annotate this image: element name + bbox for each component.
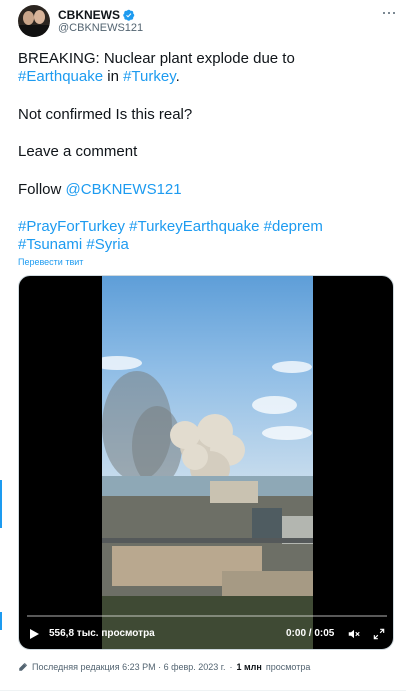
tweet-meta: Последняя редакция 6:23 PM · 6 февр. 202…	[18, 662, 310, 672]
video-player[interactable]: 556,8 тыс. просмотра 0:00 / 0:05	[18, 275, 394, 650]
video-time: 0:00 / 0:05	[286, 628, 335, 639]
volume-muted-icon[interactable]	[347, 627, 361, 641]
video-controls: 556,8 тыс. просмотра 0:00 / 0:05	[19, 624, 393, 646]
tweet-text-in: in	[103, 68, 124, 85]
view-count: 1 млн	[236, 662, 262, 672]
avatar[interactable]	[18, 5, 50, 37]
hashtag-turkey[interactable]: #Turkey	[123, 68, 176, 85]
view-count-label: просмотра	[265, 662, 311, 672]
hashtags-line-2[interactable]: #Tsunami #Syria	[18, 236, 129, 254]
tweet-text-line-4: Leave a comment	[18, 143, 138, 160]
hashtags-line-1[interactable]: #PrayForTurkey #TurkeyEarthquake #deprem	[18, 218, 323, 236]
more-options-icon[interactable]	[380, 6, 398, 20]
mention-link[interactable]: @CBKNEWS121	[66, 181, 182, 198]
author-name[interactable]: CBKNEWS	[58, 8, 120, 22]
video-progress-bar[interactable]	[27, 615, 387, 617]
verified-badge-icon	[123, 9, 135, 21]
tweet-text-period: .	[175, 68, 180, 85]
translate-tweet-link[interactable]: Перевести твит	[18, 257, 83, 267]
author-name-row[interactable]: CBKNEWS	[58, 8, 135, 22]
hashtag-earthquake[interactable]: #Earthquake	[18, 68, 103, 85]
meta-separator: ·	[229, 662, 233, 672]
scroll-indicator-lower	[0, 612, 2, 630]
tweet-text-line-5: Follow @CBKNEWS121	[18, 181, 182, 199]
tweet-text-follow: Follow	[18, 181, 66, 198]
tweet-text-line-1: BREAKING: Nuclear plant explode due to	[18, 50, 295, 67]
divider	[0, 690, 406, 691]
edit-pencil-icon	[19, 662, 28, 671]
tweet-card: CBKNEWS @CBKNEWS121 BREAKING: Nuclear pl…	[0, 0, 406, 700]
play-icon[interactable]	[30, 629, 39, 639]
author-handle[interactable]: @CBKNEWS121	[58, 22, 143, 34]
edited-timestamp[interactable]: Последняя редакция 6:23 PM · 6 февр. 202…	[32, 662, 226, 672]
video-frame	[102, 276, 313, 649]
fullscreen-icon[interactable]	[372, 627, 386, 641]
tweet-text-line-2: #Earthquake in #Turkey.	[18, 68, 180, 86]
tweet-text-line-3: Not confirmed Is this real?	[18, 106, 193, 123]
scroll-indicator	[0, 480, 2, 528]
video-views: 556,8 тыс. просмотра	[49, 628, 155, 639]
